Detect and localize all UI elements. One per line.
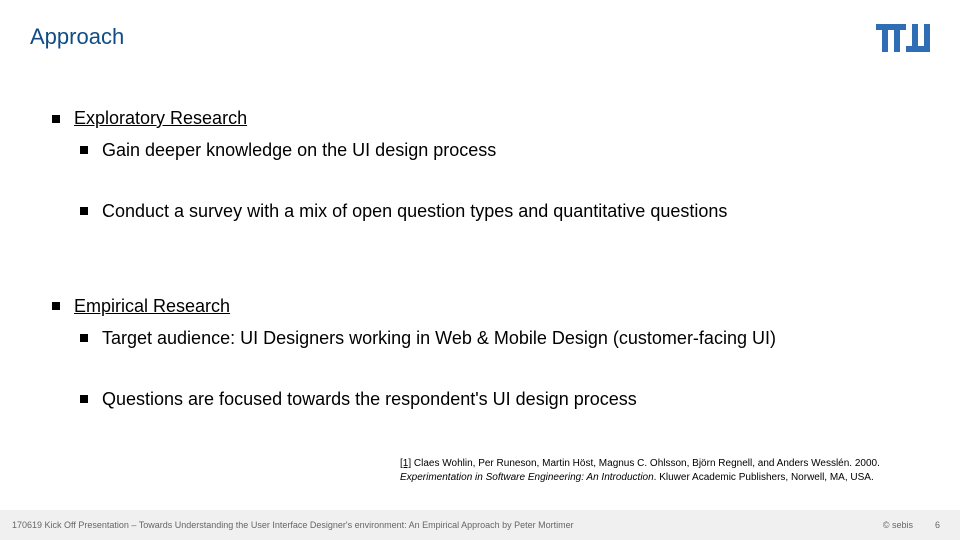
footer-left: 170619 Kick Off Presentation – Towards U… [12,520,574,530]
footer: 170619 Kick Off Presentation – Towards U… [0,510,960,540]
reference-title-italic: Experimentation in Software Engineering:… [400,472,654,483]
bullet-item: Questions are focused towards the respon… [80,388,920,411]
slide-title: Approach [30,24,124,50]
bullet-text: Conduct a survey with a mix of open ques… [102,200,727,223]
bullet-icon [80,146,88,154]
content: Exploratory Research Gain deeper knowled… [52,108,920,484]
footer-right: © sebis 6 [883,520,940,530]
tum-logo [876,24,930,52]
section-exploratory: Exploratory Research Gain deeper knowled… [52,108,920,224]
bullet-icon [52,302,60,310]
section-title: Exploratory Research [74,108,247,129]
reference-citation: [1] Claes Wohlin, Per Runeson, Martin Hö… [400,457,940,484]
header: Approach [30,24,930,52]
footer-copyright: © sebis [883,520,913,530]
bullet-item: Conduct a survey with a mix of open ques… [80,200,920,223]
bullet-icon [80,334,88,342]
section-heading: Exploratory Research [52,108,920,129]
section-heading: Empirical Research [52,296,920,317]
reference-text-1: Claes Wohlin, Per Runeson, Martin Höst, … [411,458,880,469]
footer-page-number: 6 [935,520,940,530]
bullet-icon [80,207,88,215]
section-title: Empirical Research [74,296,230,317]
bullet-item: Target audience: UI Designers working in… [80,327,920,350]
bullet-icon [52,115,60,123]
slide: Approach Exploratory Research Gain deepe… [0,0,960,540]
bullet-icon [80,395,88,403]
section-empirical: Empirical Research Target audience: UI D… [52,296,920,412]
bullet-text: Target audience: UI Designers working in… [102,327,776,350]
reference-link[interactable]: [1] [400,458,411,469]
bullet-item: Gain deeper knowledge on the UI design p… [80,139,920,162]
bullet-text: Questions are focused towards the respon… [102,388,637,411]
reference-text-2: . Kluwer Academic Publishers, Norwell, M… [654,472,874,483]
bullet-text: Gain deeper knowledge on the UI design p… [102,139,496,162]
